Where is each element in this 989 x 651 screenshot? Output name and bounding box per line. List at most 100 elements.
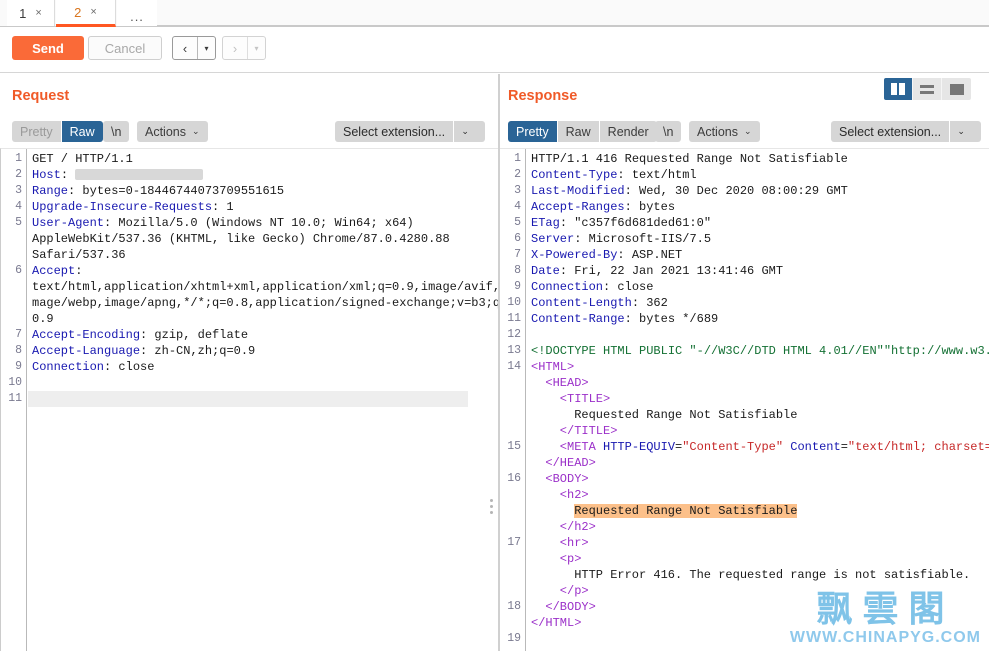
response-editor[interactable]: 1 2 3 4 5 6 7 8 9 10 11 12 13 14 15 16 17 18 19 HTTP/1.1 4…	[500, 148, 989, 651]
code-token: HTTP/1.1 416 Requested Range Not Satisfi…	[531, 152, 848, 166]
panel-resize-handle[interactable]	[490, 499, 493, 514]
tab-2[interactable]: 2 ×	[56, 0, 116, 27]
code-token: Requested Range Not Satisfiable	[574, 504, 798, 518]
response-actions-label: Actions	[697, 124, 738, 139]
code-token: : Fri, 22 Jan 2021 13:41:46 GMT	[559, 264, 784, 278]
code-token: X-Powered-By	[531, 248, 618, 262]
chevron-down-icon: ⌄	[957, 126, 965, 136]
single-view-button[interactable]	[942, 78, 971, 100]
code-token: <BODY>	[545, 472, 589, 486]
code-token: Upgrade-Insecure-Requests	[32, 200, 213, 214]
request-extension-select[interactable]: Select extension... ⌄	[335, 121, 485, 142]
code-token: Content-Range	[531, 312, 625, 326]
code-token: User-Agent	[32, 216, 105, 230]
code-line: Accept-Encoding: gzip, deflate	[32, 327, 248, 343]
code-token: : 1	[212, 200, 234, 214]
request-newline-button[interactable]: \n	[103, 121, 130, 142]
nav-forward-group[interactable]: › ▾	[222, 36, 266, 60]
code-line: Requested Range Not Satisfiable	[531, 407, 797, 423]
chevron-down-icon: ⌄	[461, 126, 469, 136]
code-token: <!DOCTYPE HTML PUBLIC "-//W3C//DTD HTML …	[531, 344, 989, 358]
code-line: <!DOCTYPE HTML PUBLIC "-//W3C//DTD HTML …	[531, 343, 989, 359]
line-number: 1	[15, 152, 22, 165]
response-extension-label: Select extension...	[831, 121, 951, 142]
request-gutter: 1 2 3 4 5 6 7 8 9 10 11	[1, 149, 27, 651]
nav-back-icon[interactable]: ‹	[173, 37, 198, 59]
line-number: 15	[507, 440, 521, 453]
line-number: 12	[507, 328, 521, 341]
nav-back-caret-icon[interactable]: ▾	[198, 37, 215, 59]
line-number: 2	[15, 168, 22, 181]
code-token: : gzip, deflate	[140, 328, 249, 342]
tab-2-close-icon[interactable]: ×	[90, 6, 96, 18]
code-token: </HTML>	[531, 616, 582, 630]
code-token: Connection	[32, 360, 105, 374]
tab-1[interactable]: 1 ×	[7, 0, 55, 26]
code-line: Server: Microsoft-IIS/7.5	[531, 231, 711, 247]
code-token: : 362	[631, 296, 668, 310]
code-line: <META HTTP-EQUIV="Content-Type" Content=…	[531, 439, 989, 455]
request-actions-button[interactable]: Actions ⌄	[137, 121, 208, 142]
code-line: GET / HTTP/1.1	[32, 151, 133, 167]
code-line: Accept:	[32, 263, 82, 279]
response-newline-button[interactable]: \n	[655, 121, 682, 142]
response-view-mode-tabs[interactable]: Pretty Raw Render	[508, 121, 657, 142]
code-token: mage/webp,image/apng,*/*;q=0.8,applicati…	[32, 296, 498, 310]
tab-1-label: 1	[19, 5, 27, 21]
line-number: 2	[514, 168, 521, 181]
nav-forward-icon[interactable]: ›	[223, 37, 248, 59]
request-view-mode-tabs[interactable]: Pretty Raw	[12, 121, 103, 142]
line-number: 8	[514, 264, 521, 277]
code-line: Last-Modified: Wed, 30 Dec 2020 08:00:29…	[531, 183, 848, 199]
request-subtoolbar: Pretty Raw \n Actions ⌄ Select extension…	[0, 116, 498, 146]
request-code-area[interactable]: GET / HTTP/1.1 Host: Range: bytes=0-18446…	[28, 149, 498, 651]
code-token: <p>	[559, 552, 582, 566]
code-line: mage/webp,image/apng,*/*;q=0.8,applicati…	[32, 295, 498, 311]
code-token: Date	[531, 264, 560, 278]
cancel-button[interactable]: Cancel	[88, 36, 162, 60]
response-code-area[interactable]: HTTP/1.1 416 Requested Range Not Satisfi…	[527, 149, 989, 651]
request-newline-label: \n	[111, 124, 122, 139]
code-line: <TITLE>	[531, 391, 610, 407]
rows-view-button[interactable]	[913, 78, 942, 100]
code-token: Content-Type	[531, 168, 618, 182]
code-line: Accept-Ranges: bytes	[531, 199, 675, 215]
code-line: text/html,application/xhtml+xml,applicat…	[32, 279, 498, 295]
code-token: Requested Range Not Satisfiable	[574, 408, 798, 422]
code-line: <HEAD>	[531, 375, 588, 391]
code-token: <TITLE>	[559, 392, 611, 406]
code-line: </HTML>	[531, 615, 581, 631]
request-tab-pretty[interactable]: Pretty	[12, 121, 62, 142]
response-extension-select[interactable]: Select extension... ⌄	[831, 121, 981, 142]
line-number: 6	[15, 264, 22, 277]
response-tab-pretty[interactable]: Pretty	[508, 121, 558, 142]
response-layout-mode-group[interactable]	[884, 78, 971, 100]
line-number: 6	[514, 232, 521, 245]
code-token: <hr>	[559, 536, 589, 550]
code-token: ETag	[531, 216, 560, 230]
send-button[interactable]: Send	[12, 36, 84, 60]
response-tab-raw[interactable]: Raw	[557, 121, 600, 142]
tab-overflow-button[interactable]: ...	[117, 0, 157, 26]
nav-forward-caret-icon[interactable]: ▾	[248, 37, 265, 59]
code-token: : bytes */689	[624, 312, 719, 326]
split-view-button[interactable]	[884, 78, 913, 100]
response-tab-render[interactable]: Render	[599, 121, 657, 142]
request-actions-label: Actions	[145, 124, 186, 139]
code-token: HTTP-EQUIV	[603, 440, 676, 454]
request-tab-raw[interactable]: Raw	[61, 121, 103, 142]
tab-1-close-icon[interactable]: ×	[35, 7, 41, 19]
code-token: </TITLE>	[559, 424, 618, 438]
nav-back-group[interactable]: ‹ ▾	[172, 36, 216, 60]
chevron-down-icon: ⌄	[744, 126, 752, 136]
request-editor[interactable]: 1 2 3 4 5 6 7 8 9 10 11 GET / HTTP/1.1 Host: Range:…	[0, 148, 498, 651]
response-actions-button[interactable]: Actions ⌄	[689, 121, 760, 142]
code-line: Content-Type: text/html	[531, 167, 697, 183]
line-number: 7	[514, 248, 521, 261]
code-token: Content-Length	[531, 296, 632, 310]
line-number: 13	[507, 344, 521, 357]
code-token: </h2>	[559, 520, 596, 534]
code-token: :	[60, 168, 76, 182]
line-number: 5	[15, 216, 22, 229]
code-line: </TITLE>	[531, 423, 618, 439]
